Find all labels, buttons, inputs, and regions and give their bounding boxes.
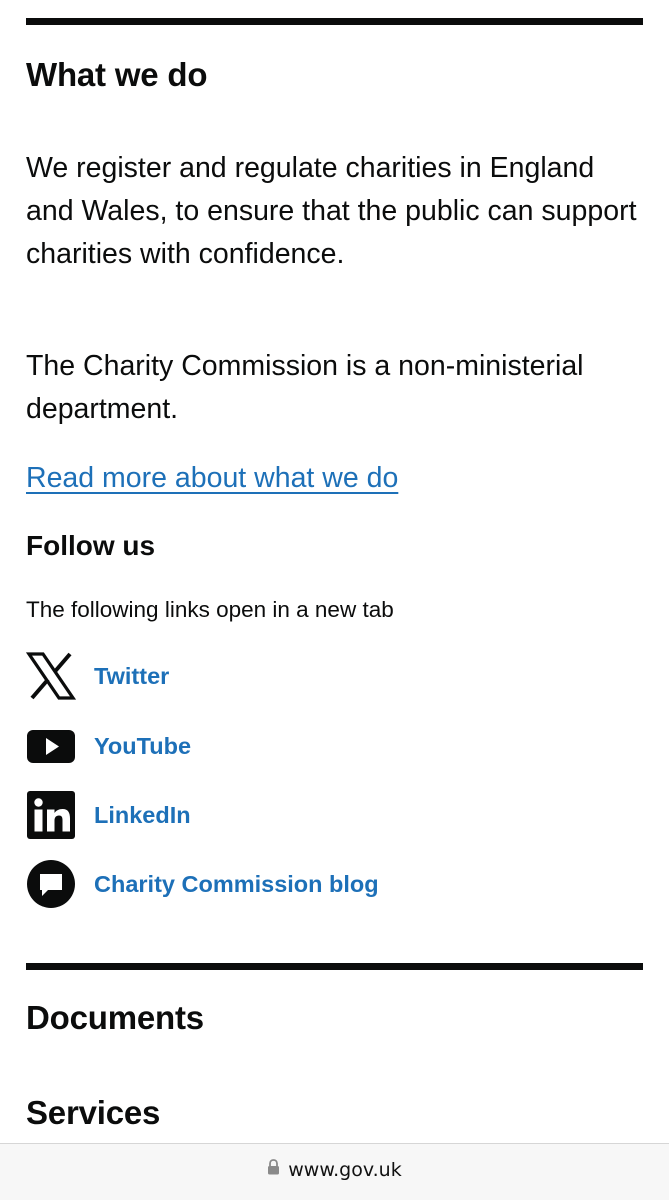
url-text: www.gov.uk	[288, 1158, 402, 1181]
what-we-do-paragraph-2: The Charity Commission is a non-minister…	[26, 350, 584, 425]
section-divider-documents	[26, 963, 643, 970]
url-display[interactable]: www.gov.uk	[267, 1158, 402, 1181]
page: What we do We register and regulate char…	[0, 0, 669, 1200]
linkedin-icon	[26, 790, 76, 840]
follow-us-heading: Follow us	[26, 530, 156, 561]
youtube-icon	[26, 721, 76, 771]
what-we-do-heading: What we do	[26, 56, 208, 93]
documents-heading[interactable]: Documents	[26, 998, 204, 1038]
new-tab-note: The following links open in a new tab	[26, 597, 394, 622]
social-link-label: Charity Commission blog	[94, 870, 379, 897]
x-logo-icon	[26, 651, 76, 701]
what-we-do-paragraph-1: We register and regulate charities in En…	[26, 152, 637, 270]
section-divider-top	[26, 18, 643, 25]
speech-bubble-icon	[26, 859, 76, 909]
social-link-blog[interactable]: Charity Commission blog	[26, 858, 626, 910]
read-more-link[interactable]: Read more about what we do	[26, 458, 398, 498]
browser-address-bar[interactable]: www.gov.uk	[0, 1143, 669, 1200]
social-link-label: LinkedIn	[94, 801, 191, 828]
social-link-label: Twitter	[94, 662, 170, 689]
services-heading[interactable]: Services	[26, 1093, 160, 1133]
social-link-label: YouTube	[94, 732, 192, 759]
social-link-twitter[interactable]: Twitter	[26, 650, 626, 702]
social-link-linkedin[interactable]: LinkedIn	[26, 789, 626, 841]
lock-icon	[267, 1159, 280, 1180]
social-link-youtube[interactable]: YouTube	[26, 720, 626, 772]
